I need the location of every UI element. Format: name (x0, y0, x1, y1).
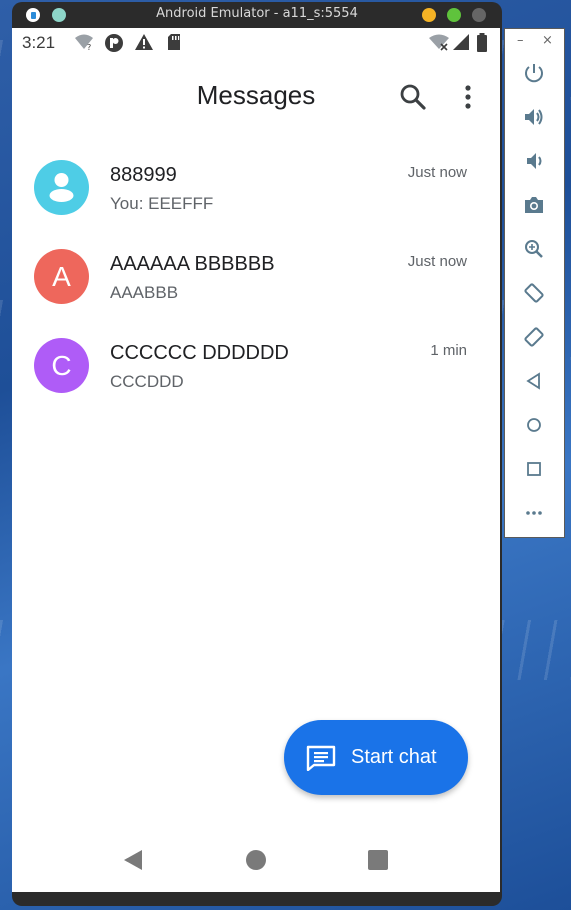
search-button[interactable] (398, 82, 428, 112)
minimize-button[interactable] (422, 8, 436, 22)
emulator-window: Android Emulator - a11_s:5554 3:21 ? Mes… (12, 2, 502, 906)
conversation-item[interactable]: C CCCCCC DDDDDD CCCDDD 1 min (12, 332, 500, 418)
back-triangle-icon (124, 850, 142, 870)
more-options-button[interactable] (458, 82, 478, 112)
conversation-name: CCCCCC DDDDDD (110, 342, 289, 364)
emulator-side-toolbar: – × (504, 28, 565, 538)
signal-icon (452, 33, 470, 55)
toolbar-close-icon[interactable]: × (542, 33, 553, 48)
svg-text:?: ? (87, 43, 91, 51)
volume-up-icon[interactable] (522, 105, 546, 129)
maximize-button[interactable] (447, 8, 461, 22)
zoom-icon[interactable] (522, 237, 546, 261)
conversation-snippet: CCCDDD (110, 372, 184, 391)
back-icon[interactable] (522, 369, 546, 393)
status-time: 3:21 (22, 33, 56, 52)
wifi-off-icon (428, 33, 450, 55)
more-vert-icon (465, 85, 471, 109)
start-chat-button[interactable]: Start chat (284, 720, 468, 795)
overview-icon[interactable] (522, 457, 546, 481)
window-titlebar[interactable]: Android Emulator - a11_s:5554 (12, 2, 502, 28)
person-icon (49, 173, 74, 202)
app-notification-icon (104, 33, 124, 57)
avatar: A (34, 249, 89, 304)
camera-icon[interactable] (522, 193, 546, 217)
avatar (34, 160, 89, 215)
toolbar-minimize-icon[interactable]: – (517, 33, 524, 48)
rotate-right-icon[interactable] (522, 325, 546, 349)
conversation-name: 888999 (110, 164, 177, 186)
conversation-name: AAAAAA BBBBBB (110, 253, 275, 275)
conversation-time: 1 min (430, 342, 467, 359)
conversation-time: Just now (407, 164, 467, 181)
search-icon (400, 84, 426, 110)
conversation-item[interactable]: 888999 You: EEEFFF Just now (12, 154, 500, 240)
conversation-time: Just now (407, 253, 467, 270)
start-chat-label: Start chat (351, 746, 437, 768)
conversation-item[interactable]: A AAAAAA BBBBBB AAABBB Just now (12, 243, 500, 329)
avatar: C (34, 338, 89, 393)
phone-screen: 3:21 ? Messages 888999 You: EEEFFF Just … (12, 28, 500, 892)
sd-card-icon (166, 33, 182, 55)
close-button[interactable] (472, 8, 486, 22)
volume-down-icon[interactable] (522, 149, 546, 173)
nav-recents-button[interactable] (368, 850, 388, 870)
battery-icon (476, 33, 488, 57)
conversation-snippet: You: EEEFFF (110, 194, 214, 213)
power-icon[interactable] (522, 61, 546, 85)
more-icon[interactable] (522, 501, 546, 525)
chat-icon (306, 745, 336, 775)
conversation-snippet: AAABBB (110, 283, 179, 302)
nav-back-button[interactable] (122, 848, 144, 876)
warning-icon (134, 33, 154, 55)
status-bar: 3:21 ? (12, 28, 500, 58)
nav-home-button[interactable] (246, 850, 266, 870)
wifi-unknown-icon: ? (74, 33, 94, 55)
rotate-left-icon[interactable] (522, 281, 546, 305)
home-icon[interactable] (522, 413, 546, 437)
